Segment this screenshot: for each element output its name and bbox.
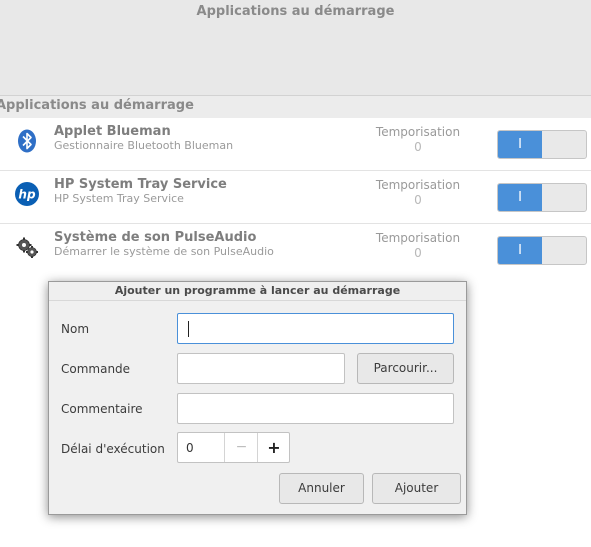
window-title: Applications au démarrage (196, 4, 395, 19)
app-name: Applet Blueman (54, 124, 171, 139)
browse-button[interactable]: Parcourir... (357, 353, 454, 384)
enable-toggle[interactable]: I (497, 236, 587, 265)
delay-value: 0 (414, 193, 422, 207)
name-field[interactable] (177, 313, 454, 344)
section-header-label: Applications au démarrage (0, 98, 194, 113)
gears-icon (14, 234, 40, 260)
app-name: Système de son PulseAudio (54, 230, 257, 245)
app-description: HP System Tray Service (54, 192, 184, 205)
add-button[interactable]: Ajouter (372, 473, 461, 504)
delay-value: 0 (414, 140, 422, 154)
delay-value: 0 (414, 246, 422, 260)
comment-field[interactable] (177, 393, 454, 424)
startup-app-row: Applet Blueman Gestionnaire Bluetooth Bl… (0, 118, 591, 171)
enable-toggle[interactable]: I (497, 130, 587, 159)
enable-toggle[interactable]: I (497, 183, 587, 212)
comment-label: Commentaire (61, 402, 143, 416)
hp-logo-icon: hp (14, 181, 40, 207)
app-description: Démarrer le système de son PulseAudio (54, 245, 274, 258)
toggle-on-indicator: I (498, 131, 542, 158)
window-titlebar: Applications au démarrage (0, 0, 591, 96)
startup-app-row: hp HP System Tray Service HP System Tray… (0, 171, 591, 224)
app-description: Gestionnaire Bluetooth Blueman (54, 139, 234, 152)
cancel-button[interactable]: Annuler (279, 473, 364, 504)
delay-label: Temporisation (375, 231, 461, 245)
bluetooth-icon (14, 128, 40, 154)
delay-execution-label: Délai d'exécution (61, 442, 165, 456)
add-program-dialog: Ajouter un programme à lancer au démarra… (48, 281, 467, 515)
increment-button[interactable]: + (257, 433, 290, 462)
delay-label: Temporisation (375, 125, 461, 139)
delay-label: Temporisation (375, 178, 461, 192)
delay-spinbutton[interactable]: 0 − + (177, 432, 290, 463)
text-caret (188, 321, 189, 337)
name-label: Nom (61, 322, 90, 336)
toggle-on-indicator: I (498, 184, 542, 211)
command-label: Commande (61, 362, 131, 376)
svg-text:hp: hp (18, 188, 36, 202)
delay-spin-value[interactable]: 0 (186, 441, 194, 455)
decrement-button[interactable]: − (224, 433, 258, 462)
section-header: Applications au démarrage (0, 96, 591, 118)
startup-app-row: Système de son PulseAudio Démarrer le sy… (0, 224, 591, 276)
app-name: HP System Tray Service (54, 177, 227, 192)
command-field[interactable] (177, 353, 345, 384)
dialog-title: Ajouter un programme à lancer au démarra… (49, 282, 466, 301)
toggle-on-indicator: I (498, 237, 542, 264)
